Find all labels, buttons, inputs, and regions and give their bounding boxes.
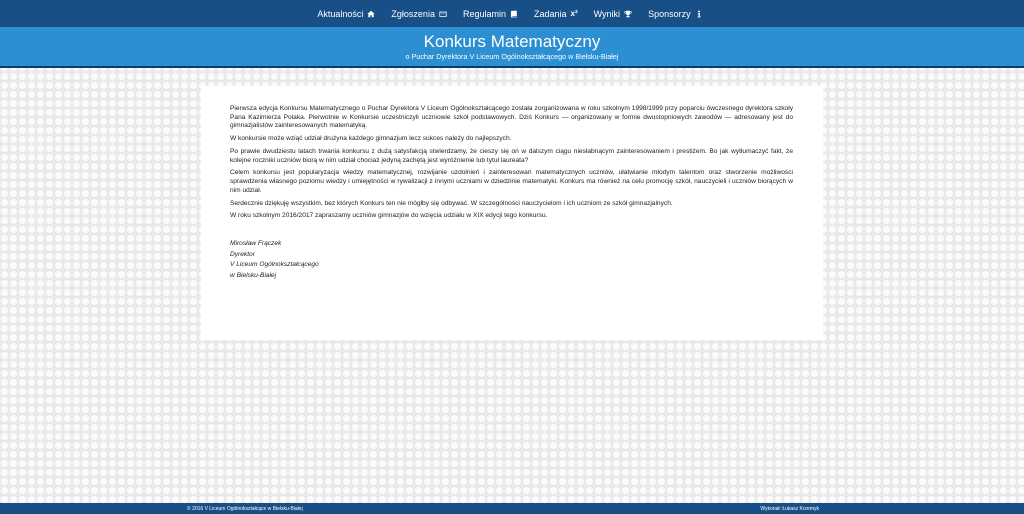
- article-paragraph: Pierwsza edycja Konkursu Matematycznego …: [230, 105, 793, 130]
- article-panel: Pierwsza edycja Konkursu Matematycznego …: [201, 86, 823, 340]
- info-icon: [695, 9, 703, 18]
- nav-item-zgloszenia[interactable]: Zgłoszenia: [383, 0, 455, 27]
- trophy-icon: [624, 10, 632, 18]
- nav-item-label: Regulamin: [462, 8, 506, 19]
- footer-credits: Wykonał: Łukasz Krzemyk: [760, 505, 819, 512]
- nav-item-regulamin[interactable]: Regulamin: [455, 0, 526, 27]
- nav-item-label: Zadania: [533, 8, 567, 19]
- site-title[interactable]: Konkurs Matematyczny: [0, 32, 1024, 52]
- article-paragraph: Celem konkursu jest popularyzacja wiedzy…: [230, 169, 793, 194]
- signature-name: Mirosław Frączek: [230, 240, 282, 248]
- nav-menu: Aktualności Zgłoszenia Regulamin Zadania…: [309, 0, 710, 27]
- article-paragraph: Po prawie dwudziestu latach trwania konk…: [230, 147, 793, 164]
- signature-school: V Liceum Ogólnokształcącego: [230, 261, 319, 269]
- envelope-icon: [439, 10, 447, 18]
- footer-copyright: © 2016 V Liceum Ogólnokształcące w Biels…: [187, 505, 303, 512]
- signature-block: Mirosław Frączek Dyrektor V Liceum Ogóln…: [230, 239, 793, 281]
- nav-item-label: Zgłoszenia: [391, 8, 435, 19]
- site-subtitle: o Puchar Dyrektora V Liceum Ogólnokształ…: [405, 52, 619, 61]
- article-paragraph: Serdecznie dziękuję wszystkim, bez który…: [230, 199, 673, 207]
- nav-item-label: Wyniki: [593, 8, 621, 19]
- nav-item-sponsorzy[interactable]: Sponsorzy: [640, 0, 711, 27]
- article-paragraph: W roku szkolnym 2016/2017 zapraszamy ucz…: [230, 212, 548, 220]
- book-icon: [510, 10, 518, 18]
- nav-item-zadania[interactable]: Zadania x²: [526, 0, 586, 27]
- nav-item-label: Sponsorzy: [648, 8, 691, 19]
- home-icon: [367, 10, 376, 18]
- signature-role: Dyrektor: [230, 250, 255, 258]
- site-footer: © 2016 V Liceum Ogólnokształcące w Biels…: [0, 503, 1024, 514]
- article-paragraph: W konkursie może wziąć udział drużyna ka…: [230, 135, 512, 143]
- nav-item-wyniki[interactable]: Wyniki: [586, 0, 640, 27]
- top-navbar: Aktualności Zgłoszenia Regulamin Zadania…: [0, 0, 1024, 27]
- nav-item-aktualnosci[interactable]: Aktualności: [309, 0, 383, 27]
- signature-city: w Bielsku-Białej: [230, 271, 277, 279]
- superscript-icon: x²: [570, 9, 578, 18]
- site-banner: Konkurs Matematyczny o Puchar Dyrektora …: [0, 27, 1024, 68]
- nav-item-label: Aktualności: [317, 8, 364, 19]
